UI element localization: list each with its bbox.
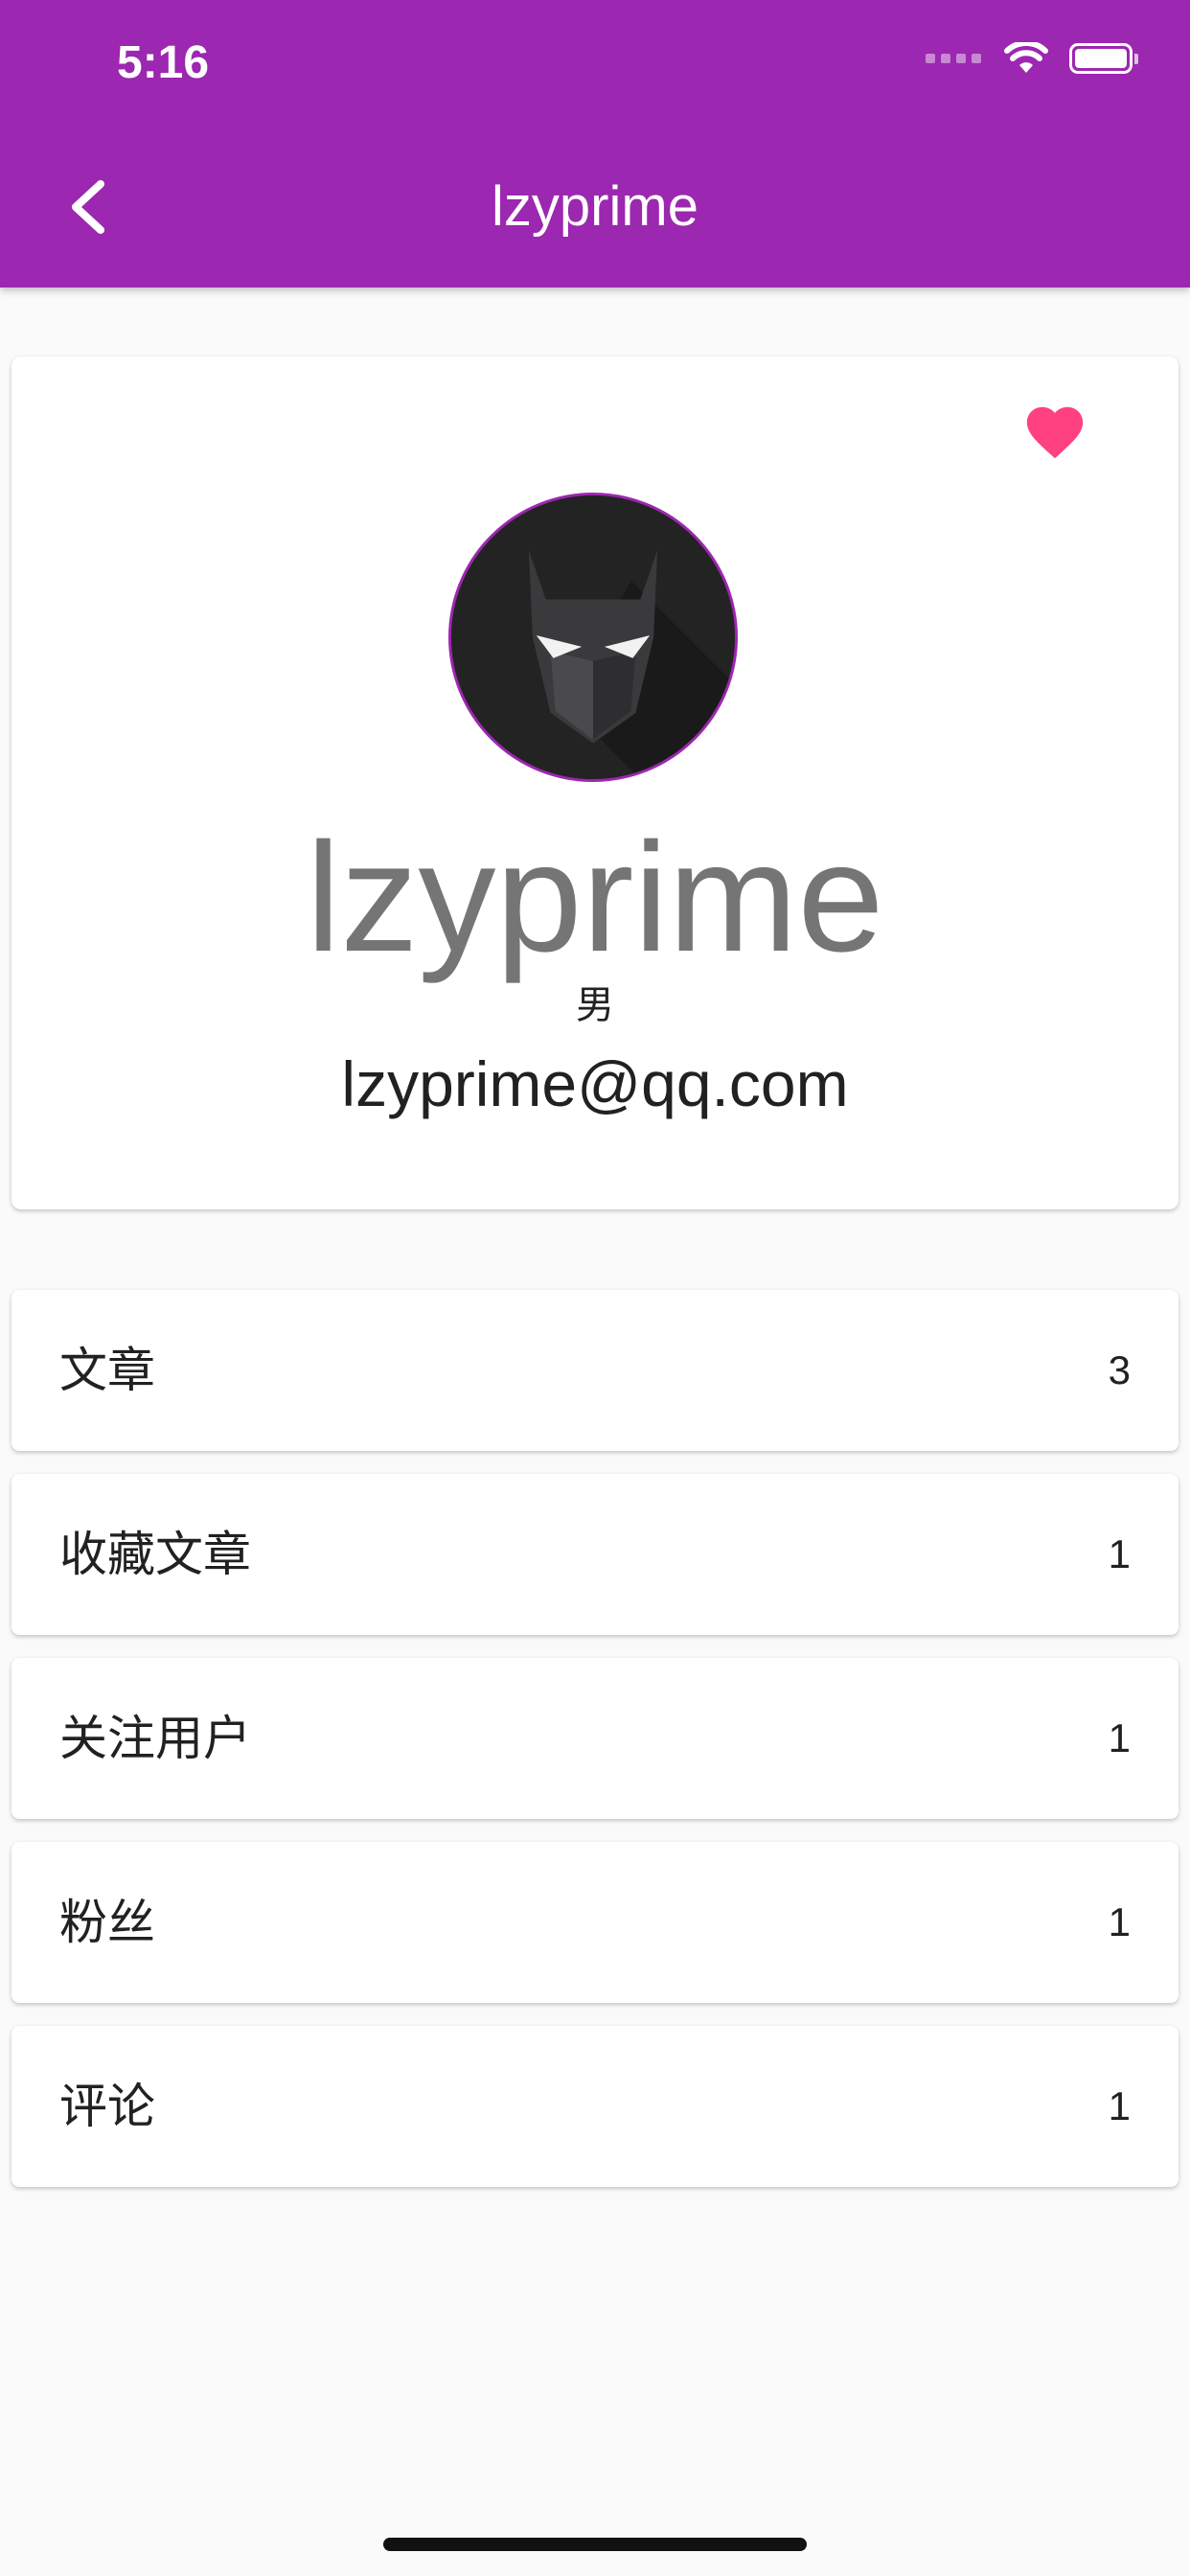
status-time: 5:16 — [117, 37, 210, 88]
stat-count: 1 — [1108, 1715, 1131, 1760]
wifi-icon — [1004, 42, 1048, 73]
stat-label: 收藏文章 — [59, 1528, 251, 1581]
page-title: lzyprime — [492, 175, 698, 238]
profile-name: lzyprime — [306, 811, 884, 984]
stat-row-articles[interactable]: 文章 3 — [11, 1290, 1179, 1451]
stat-row-favorite-articles[interactable]: 收藏文章 1 — [11, 1474, 1179, 1635]
stat-label: 文章 — [59, 1344, 155, 1397]
stat-count: 1 — [1108, 1899, 1131, 1944]
home-indicator[interactable] — [383, 2538, 807, 2551]
status-icons — [926, 42, 1138, 75]
batman-avatar-icon — [451, 495, 735, 779]
stat-label: 评论 — [59, 2080, 155, 2133]
profile-email: lzyprime@qq.com — [341, 1048, 849, 1119]
stat-count: 1 — [1108, 1531, 1131, 1576]
stat-row-following[interactable]: 关注用户 1 — [11, 1658, 1179, 1819]
stat-label: 粉丝 — [59, 1896, 155, 1949]
battery-icon — [1069, 43, 1138, 74]
stat-row-followers[interactable]: 粉丝 1 — [11, 1842, 1179, 2003]
app-bar: 5:16 lzyprime — [0, 0, 1190, 288]
heart-icon — [1026, 406, 1084, 459]
stat-count: 3 — [1108, 1347, 1131, 1392]
favorite-button[interactable] — [1021, 399, 1088, 466]
signal-icon — [926, 54, 981, 63]
avatar[interactable] — [448, 493, 738, 782]
stat-label: 关注用户 — [59, 1712, 251, 1765]
stat-row-comments[interactable]: 评论 1 — [11, 2026, 1179, 2187]
stat-count: 1 — [1108, 2083, 1131, 2128]
profile-card: lzyprime 男 lzyprime@qq.com — [11, 356, 1179, 1209]
profile-gender: 男 — [576, 984, 614, 1026]
